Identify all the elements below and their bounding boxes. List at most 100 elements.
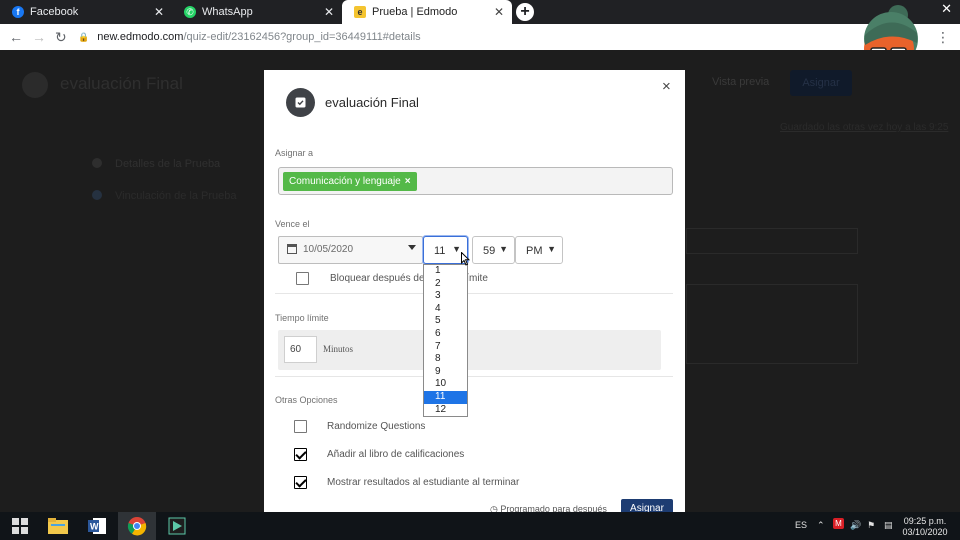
volume-icon[interactable]: 🔊 xyxy=(850,520,861,531)
sidebar-bullet xyxy=(92,190,102,200)
show-results-label: Mostrar resultados al estudiante al term… xyxy=(327,477,520,488)
hour-option[interactable]: 3 xyxy=(424,290,467,303)
hour-option[interactable]: 1 xyxy=(424,265,467,278)
assign-to-label: Asignar a xyxy=(275,148,314,158)
flag-icon[interactable]: ⚑ xyxy=(867,520,875,531)
chevron-up-icon[interactable]: ⌃ xyxy=(817,520,825,531)
dialog-title: evaluación Final xyxy=(325,95,419,110)
forward-icon[interactable]: → xyxy=(32,29,46,45)
hour-option[interactable]: 6 xyxy=(424,328,467,341)
svg-text:W: W xyxy=(90,522,99,532)
quiz-icon xyxy=(22,72,48,98)
hour-value: 11 xyxy=(434,245,446,257)
video-editor-icon[interactable] xyxy=(166,516,188,536)
page-title: evaluación Final xyxy=(60,74,183,93)
hour-option[interactable]: 10 xyxy=(424,378,467,391)
preview-button[interactable]: Vista previa xyxy=(712,76,769,88)
chevron-down-icon: ▼ xyxy=(547,244,556,254)
chrome-icon[interactable] xyxy=(126,516,148,536)
gradebook-label: Añadir al libro de calificaciones xyxy=(327,449,465,460)
window-close-icon[interactable]: ✕ xyxy=(941,1,952,17)
lock-icon: 🔒 xyxy=(78,31,90,42)
clock-time: 09:25 p.m. xyxy=(903,516,947,526)
close-icon[interactable]: ✕ xyxy=(154,5,164,19)
sidebar-item-details[interactable]: Detalles de la Prueba xyxy=(115,158,220,170)
minute-select[interactable]: 59 ▼ xyxy=(472,236,515,264)
hour-option[interactable]: 5 xyxy=(424,315,467,328)
url-host: new.edmodo.com xyxy=(97,31,184,43)
reload-icon[interactable]: ↻ xyxy=(55,29,67,46)
facebook-icon: f xyxy=(12,6,24,18)
calendar-icon xyxy=(287,244,297,254)
clock-icon: ◷ xyxy=(490,504,501,512)
hour-option[interactable]: 4 xyxy=(424,303,467,316)
tab-edmodo[interactable]: e Prueba | Edmodo ✕ xyxy=(342,0,512,24)
assign-to-input[interactable]: Comunicación y lenguaje × xyxy=(278,167,673,195)
randomize-label: Randomize Questions xyxy=(327,421,426,432)
chevron-down-icon: ▼ xyxy=(452,244,461,254)
tab-label: WhatsApp xyxy=(202,6,253,18)
bg-field xyxy=(686,228,858,254)
checklist-icon xyxy=(295,97,306,108)
tab-label: Facebook xyxy=(30,6,79,18)
system-clock[interactable]: 09:25 p.m. 03/10/2020 xyxy=(901,516,949,538)
assign-button-bg[interactable]: Asignar xyxy=(790,70,852,96)
browser-tab-bar: f Facebook ✕ ✆ WhatsApp ✕ e Prueba | Edm… xyxy=(0,0,960,24)
hour-option[interactable]: 12 xyxy=(424,404,467,417)
autosave-link[interactable]: Guardado las otras vez hoy a las 9:25 xyxy=(780,122,948,133)
back-icon[interactable]: ← xyxy=(9,29,23,45)
language-indicator[interactable]: ES xyxy=(795,520,807,530)
assign-button[interactable]: Asignar xyxy=(621,499,673,512)
due-date-value: 10/05/2020 xyxy=(303,244,354,255)
assign-quiz-dialog: evaluación Final × Asignar a Comunicació… xyxy=(264,70,685,512)
hour-option-selected[interactable]: 11 xyxy=(424,390,467,404)
quiz-icon xyxy=(286,88,315,117)
tab-facebook[interactable]: f Facebook ✕ xyxy=(0,0,172,24)
address-bar: ← → ↻ 🔒 new.edmodo.com /quiz-edit/231624… xyxy=(0,24,960,50)
sidebar-bullet xyxy=(92,158,102,168)
whatsapp-icon: ✆ xyxy=(184,6,196,18)
caret-down-icon xyxy=(408,245,416,250)
ampm-value: PM xyxy=(526,245,543,257)
ampm-select[interactable]: PM ▼ xyxy=(515,236,563,264)
lock-after-due-checkbox[interactable] xyxy=(296,272,309,285)
clock-date: 03/10/2020 xyxy=(902,527,948,537)
schedule-later-label: Programado para después xyxy=(500,504,607,512)
time-limit-unit: Minutos xyxy=(323,344,354,354)
schedule-later-link[interactable]: ◷ Programado para después xyxy=(490,504,607,512)
other-options-label: Otras Opciones xyxy=(275,395,338,405)
chevron-down-icon: ▼ xyxy=(499,244,508,254)
hour-option[interactable]: 8 xyxy=(424,353,467,366)
windows-taskbar: W ES ⌃ M 🔊 ⚑ ▤ 09:25 p.m. 03/10/2020 xyxy=(0,512,960,540)
url-path: /quiz-edit/23162456?group_id=36449111#de… xyxy=(183,31,421,43)
close-icon[interactable]: ✕ xyxy=(324,5,334,19)
divider xyxy=(275,376,673,377)
antivirus-icon[interactable]: M xyxy=(833,518,844,529)
tab-label: Prueba | Edmodo xyxy=(372,6,458,18)
group-chip: Comunicación y lenguaje × xyxy=(283,172,417,191)
url-field[interactable]: 🔒 new.edmodo.com /quiz-edit/23162456?gro… xyxy=(78,27,838,47)
edmodo-icon: e xyxy=(354,6,366,18)
browser-menu-icon[interactable]: ⋮ xyxy=(936,29,950,46)
time-limit-input[interactable]: 60 xyxy=(284,336,317,363)
windows-start-icon[interactable] xyxy=(9,516,31,536)
hour-option[interactable]: 2 xyxy=(424,278,467,291)
due-date-picker[interactable]: 10/05/2020 xyxy=(278,236,423,264)
hour-option[interactable]: 7 xyxy=(424,341,467,354)
sidebar-item-link[interactable]: Vinculación de la Prueba xyxy=(115,190,237,202)
time-limit-panel: 60 Minutos xyxy=(278,330,661,370)
new-tab-button[interactable]: + xyxy=(516,3,534,21)
remove-chip-icon[interactable]: × xyxy=(405,176,411,187)
gradebook-checkbox[interactable] xyxy=(294,448,307,461)
show-results-checkbox[interactable] xyxy=(294,476,307,489)
hour-option[interactable]: 9 xyxy=(424,366,467,379)
network-icon[interactable]: ▤ xyxy=(884,520,893,531)
minute-value: 59 xyxy=(483,245,496,257)
group-chip-label: Comunicación y lenguaje xyxy=(289,176,401,187)
file-explorer-icon[interactable] xyxy=(47,516,69,536)
tab-whatsapp[interactable]: ✆ WhatsApp ✕ xyxy=(172,0,342,24)
randomize-checkbox[interactable] xyxy=(294,420,307,433)
close-icon[interactable]: × xyxy=(662,78,671,95)
close-icon[interactable]: ✕ xyxy=(494,5,504,19)
word-icon[interactable]: W xyxy=(86,516,108,536)
